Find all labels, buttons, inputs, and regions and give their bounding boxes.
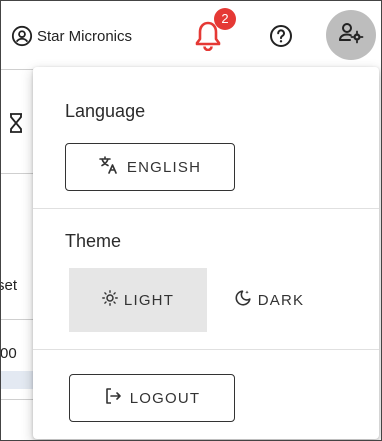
user-settings-icon	[338, 22, 364, 49]
theme-option-dark-label: DARK	[257, 291, 305, 309]
language-button-label: ENGLISH	[126, 158, 202, 176]
background-text: 00	[1, 345, 17, 362]
menu-divider	[33, 208, 379, 209]
top-bar: Star Micronics 2	[1, 1, 381, 69]
logout-icon	[104, 387, 122, 409]
sun-icon	[102, 290, 118, 310]
translate-icon	[99, 156, 119, 178]
bell-icon	[193, 21, 223, 55]
organization-selector[interactable]: Star Micronics	[11, 25, 132, 47]
user-settings-menu: Language ENGLISH Theme LIGHT DARK LOGOUT	[33, 67, 379, 439]
language-section-title: Language	[65, 101, 146, 121]
user-settings-button[interactable]	[326, 10, 376, 60]
account-circle-icon	[11, 25, 33, 47]
theme-option-light[interactable]: LIGHT	[69, 268, 207, 332]
logout-button[interactable]: LOGOUT	[69, 374, 235, 422]
organization-name: Star Micronics	[37, 27, 133, 45]
help-circle-icon	[269, 25, 293, 52]
menu-divider	[33, 349, 379, 350]
language-button[interactable]: ENGLISH	[65, 143, 235, 191]
theme-section-title: Theme	[65, 231, 122, 251]
background-text: set	[1, 277, 18, 294]
help-button[interactable]	[269, 24, 293, 48]
theme-option-dark[interactable]: DARK	[213, 268, 325, 332]
logout-button-label: LOGOUT	[129, 389, 201, 407]
app-window: Star Micronics 2 et 00 Language ENGLISH …	[0, 0, 382, 441]
notification-count-badge: 2	[214, 8, 236, 30]
background-divider	[1, 69, 33, 70]
background-table-row	[1, 371, 33, 389]
background-divider	[1, 399, 33, 400]
theme-option-light-label: LIGHT	[123, 291, 175, 309]
background-divider	[1, 173, 33, 174]
hourglass-icon	[9, 113, 23, 138]
moon-icon	[234, 289, 252, 311]
background-divider	[1, 319, 33, 320]
